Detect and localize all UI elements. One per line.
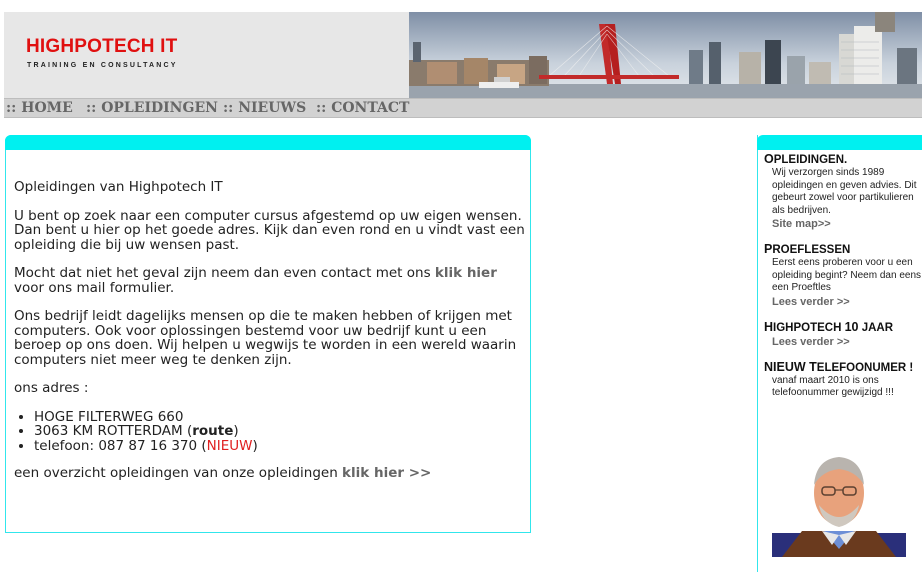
overview-link[interactable]: klik hier >> <box>342 465 431 481</box>
nav-contact-link[interactable]: :: CONTACT <box>316 100 409 116</box>
site-header: HIGHPOTECH IT TRAINING EN CONSULTANCY <box>4 12 922 98</box>
phone-close: ) <box>252 437 258 454</box>
proeflessen-read-more-link[interactable]: Lees verder >> <box>772 295 922 309</box>
nav-opleidingen-link[interactable]: :: OPLEIDINGEN <box>86 100 218 116</box>
sidebar-content: OPLEIDINGEN. Wij verzorgen sinds 1989 op… <box>764 152 922 400</box>
sidebar: OPLEIDINGEN. Wij verzorgen sinds 1989 op… <box>757 135 922 572</box>
section-heading-proeflessen: PROEFLESSEN <box>764 242 851 256</box>
contact-paragraph: Mocht dat niet het geval zijn neem dan e… <box>14 266 529 295</box>
address-list: HOGE FILTERWEG 660 3063 KM ROTTERDAM (ro… <box>14 409 529 454</box>
sidebar-section-telefoonnummer: NIEUW TELEFOONUMER ! vanaf maart 2010 is… <box>764 360 922 400</box>
rotterdam-skyline-banner <box>409 12 922 98</box>
section-text-proeflessen: Eerst eens proberen voor u een opleiding… <box>772 257 921 293</box>
site-subtitle: TRAINING EN CONSULTANCY <box>27 62 178 69</box>
portrait-photo <box>772 445 906 557</box>
overview-paragraph: een overzicht opleidingen van onze oplei… <box>14 466 529 481</box>
nav-nieuws-link[interactable]: :: NIEUWS <box>223 100 306 116</box>
main-box-header-bar <box>5 135 531 150</box>
address-city: 3063 KM ROTTERDAM (route) <box>34 424 529 439</box>
sitemap-link[interactable]: Site map>> <box>772 217 922 231</box>
section-heading-jubileum: HIGHPOTECH 10 JAAR <box>764 319 894 334</box>
overview-text: een overzicht opleidingen van onze oplei… <box>14 465 343 481</box>
intro-paragraph: U bent op zoek naar een computer cursus … <box>14 208 529 253</box>
section-text-opleidingen: Wij verzorgen sinds 1989 opleidingen en … <box>772 167 917 216</box>
section-text-telefoonnummer: vanaf maart 2010 is ons telefoonummer ge… <box>772 374 894 399</box>
content-heading: Opleidingen van Highpotech IT <box>14 179 223 195</box>
new-badge: NIEUW <box>206 437 253 454</box>
nav-home-link[interactable]: :: HOME <box>6 100 73 116</box>
section-heading-opleidingen: OPLEIDINGEN. <box>764 152 848 166</box>
sidebar-section-opleidingen: OPLEIDINGEN. Wij verzorgen sinds 1989 op… <box>764 152 922 231</box>
jubileum-read-more-link[interactable]: Lees verder >> <box>772 335 922 349</box>
company-paragraph: Ons bedrijf leidt dagelijks mensen op di… <box>14 308 517 368</box>
address-street: HOGE FILTERWEG 660 <box>34 409 529 425</box>
contact-text-tail: voor ons mail formulier. <box>14 279 175 296</box>
main-content-box: Opleidingen van Highpotech IT U bent op … <box>5 135 531 533</box>
sidebar-section-proeflessen: PROEFLESSEN Eerst eens proberen voor u e… <box>764 242 922 309</box>
sidebar-section-jubileum: HIGHPOTECH 10 JAAR Lees verder >> <box>764 320 922 349</box>
section-heading-telefoonnummer: NIEUW TELEFOONUMER ! <box>764 359 914 374</box>
intro-line-2: Dan bent u hier op het goede adres. Kijk… <box>14 222 525 253</box>
address-phone: telefoon: 087 87 16 370 (NIEUW) <box>34 437 529 454</box>
sidebar-header-bar <box>757 135 922 150</box>
contact-form-link[interactable]: klik hier <box>435 265 497 281</box>
address-label: ons adres : <box>14 380 89 396</box>
site-title[interactable]: HIGHPOTECH IT <box>26 36 177 58</box>
main-content-text: Opleidingen van Highpotech IT U bent op … <box>14 180 529 495</box>
phone-text: telefoon: 087 87 16 370 ( <box>34 437 207 454</box>
main-navigation: :: HOME :: OPLEIDINGEN :: NIEUWS :: CONT… <box>4 98 922 118</box>
